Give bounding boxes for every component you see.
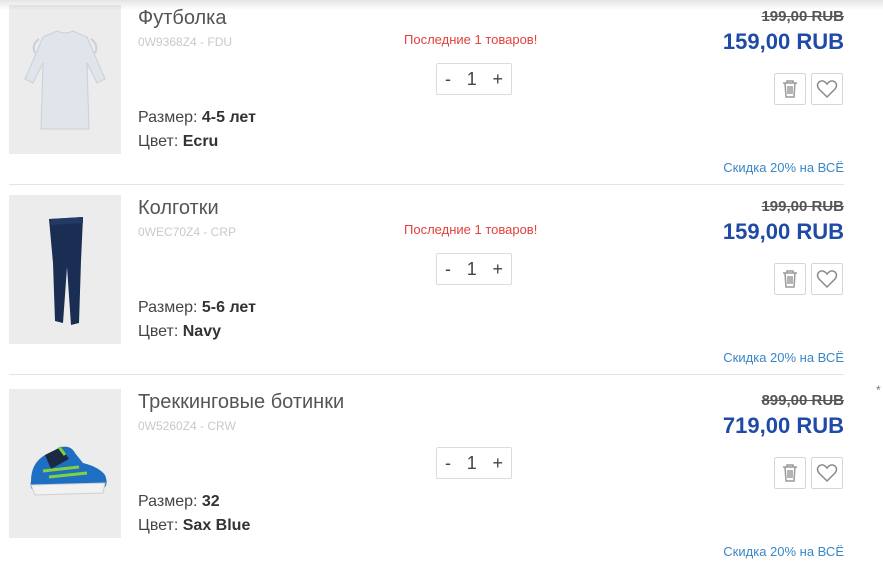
size-value: 32 (201, 493, 220, 510)
quantity-increase-button[interactable]: + (492, 259, 503, 280)
quantity-decrease-button[interactable]: - (445, 453, 451, 474)
size-value: 5-6 лет (201, 299, 256, 316)
header-shadow (0, 0, 883, 10)
color-label: Цвет: (138, 517, 179, 534)
old-price: 899,00 RUB (761, 392, 844, 409)
stock-warning: Последние 1 товаров! (404, 222, 538, 237)
size-label: Размер: (138, 493, 198, 510)
color-row: Цвет: Navy (138, 323, 221, 341)
color-value: Sax Blue (182, 517, 251, 534)
add-to-favorites-button[interactable] (811, 263, 843, 295)
size-row: Размер: 4-5 лет (138, 109, 256, 127)
color-row: Цвет: Ecru (138, 133, 218, 151)
promo-link[interactable]: Скидка 20% на ВСЁ (723, 160, 844, 175)
product-sku: 0W5260Z4 - CRW (138, 419, 236, 433)
quantity-increase-button[interactable]: + (492, 69, 503, 90)
stock-warning: Последние 1 товаров! (404, 32, 538, 47)
current-price: 159,00 RUB (722, 219, 844, 244)
delete-item-button[interactable] (774, 457, 806, 489)
color-label: Цвет: (138, 133, 179, 150)
product-sku: 0WEC70Z4 - CRP (138, 225, 237, 239)
heart-icon (816, 270, 838, 289)
size-value: 4-5 лет (201, 109, 256, 126)
add-to-favorites-button[interactable] (811, 457, 843, 489)
color-row: Цвет: Sax Blue (138, 517, 250, 535)
quantity-value[interactable]: 1 (467, 259, 477, 280)
quantity-decrease-button[interactable]: - (445, 259, 451, 280)
current-price: 719,00 RUB (722, 413, 844, 438)
current-price: 159,00 RUB (722, 29, 844, 54)
promo-link[interactable]: Скидка 20% на ВСЁ (723, 350, 844, 365)
quantity-stepper: - 1 + (436, 253, 512, 285)
product-image-boots[interactable] (9, 389, 121, 538)
delete-item-button[interactable] (774, 73, 806, 105)
heart-icon (816, 80, 838, 99)
product-name[interactable]: Колготки (138, 197, 219, 220)
quantity-stepper: - 1 + (436, 63, 512, 95)
add-to-favorites-button[interactable] (811, 73, 843, 105)
product-image-tights[interactable] (9, 195, 121, 344)
size-row: Размер: 32 (138, 493, 220, 511)
cart-items-list: Футболка 0W9368Z4 - FDU Последние 1 това… (0, 0, 883, 572)
side-asterisk: * (876, 383, 881, 397)
quantity-value[interactable]: 1 (467, 453, 477, 474)
size-row: Размер: 5-6 лет (138, 299, 256, 317)
old-price: 199,00 RUB (761, 8, 844, 25)
trash-icon (783, 464, 797, 482)
delete-item-button[interactable] (774, 263, 806, 295)
size-label: Размер: (138, 299, 198, 316)
size-label: Размер: (138, 109, 198, 126)
cart-item: Футболка 0W9368Z4 - FDU Последние 1 това… (0, 0, 883, 185)
heart-icon (816, 464, 838, 483)
quantity-stepper: - 1 + (436, 447, 512, 479)
product-image-top[interactable] (9, 5, 121, 154)
trash-icon (783, 80, 797, 98)
old-price: 199,00 RUB (761, 198, 844, 215)
product-name[interactable]: Треккинговые ботинки (138, 391, 344, 414)
quantity-decrease-button[interactable]: - (445, 69, 451, 90)
promo-link[interactable]: Скидка 20% на ВСЁ (723, 544, 844, 559)
quantity-value[interactable]: 1 (467, 69, 477, 90)
trash-icon (783, 270, 797, 288)
color-value: Navy (182, 323, 221, 340)
item-divider (9, 374, 844, 375)
color-value: Ecru (182, 133, 219, 150)
product-name[interactable]: Футболка (138, 7, 227, 30)
cart-item: Колготки 0WEC70Z4 - CRP Последние 1 това… (0, 184, 883, 378)
cart-item: Треккинговые ботинки 0W5260Z4 - CRW - 1 … (0, 378, 883, 572)
color-label: Цвет: (138, 323, 179, 340)
product-sku: 0W9368Z4 - FDU (138, 35, 233, 49)
quantity-increase-button[interactable]: + (492, 453, 503, 474)
